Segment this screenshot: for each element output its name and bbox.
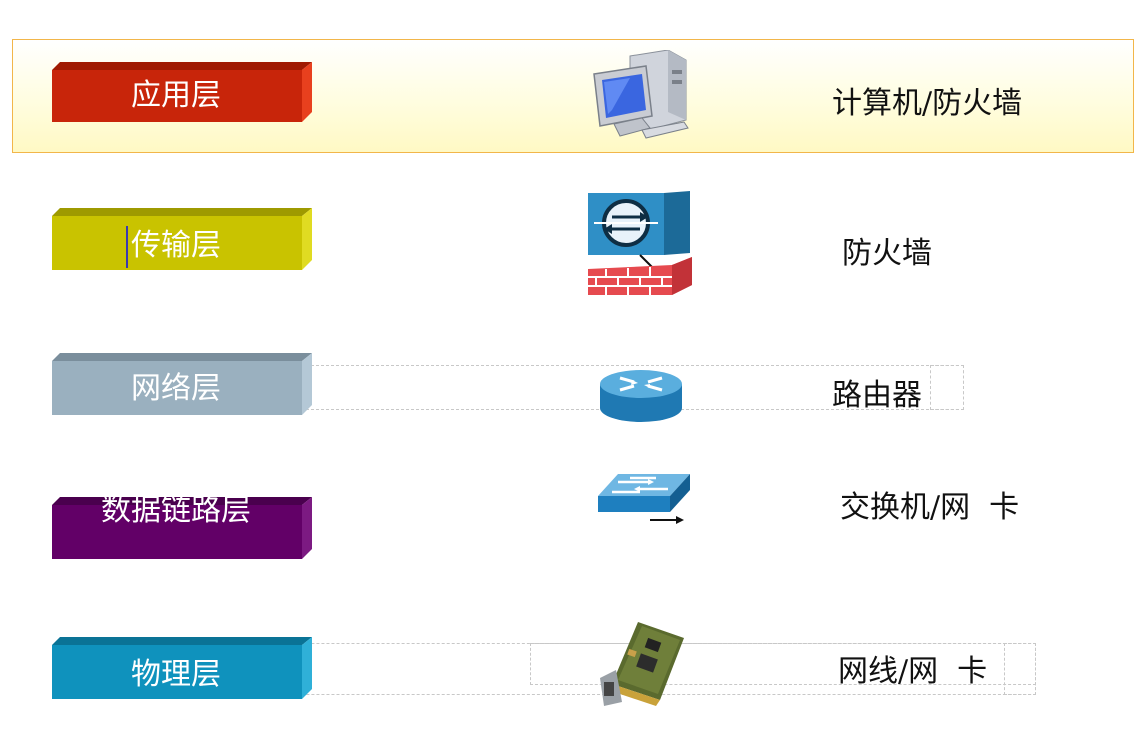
- switch-icon: [598, 474, 690, 524]
- router-icon: [600, 370, 682, 422]
- block-top: [52, 637, 312, 645]
- layer-label: 应用层: [131, 78, 221, 113]
- layer-transport: 传输层: [52, 208, 312, 270]
- block-top: [52, 353, 312, 361]
- device-label: 路由器: [832, 378, 922, 413]
- selection-guide: [1004, 643, 1036, 695]
- device-label: 网线/网 卡: [838, 654, 988, 689]
- device-label: 交换机/网 卡: [840, 490, 1020, 525]
- block-top: [52, 208, 312, 216]
- block-side: [302, 353, 312, 415]
- layer-datalink: 数据链路层: [52, 493, 312, 559]
- layer-physical: 物理层: [52, 637, 312, 699]
- network-card-icon: [600, 622, 684, 706]
- device-label: 计算机/防火墙: [832, 86, 1023, 121]
- text-cursor: [126, 226, 128, 268]
- firewall-icon: [588, 191, 692, 295]
- layer-label: 网络层: [131, 371, 221, 406]
- layer-application: 应用层: [52, 62, 312, 124]
- block-side: [302, 208, 312, 270]
- device-label: 防火墙: [842, 236, 932, 271]
- block-side: [302, 497, 312, 559]
- block-top: [52, 62, 312, 70]
- block-side: [302, 637, 312, 699]
- computer-icon: [593, 50, 689, 139]
- block-side: [302, 62, 312, 122]
- layer-network: 网络层: [52, 353, 312, 415]
- layer-label: 传输层: [131, 228, 221, 263]
- layer-label: 数据链路层: [101, 493, 251, 528]
- layer-label: 物理层: [131, 657, 221, 692]
- selection-guide: [930, 365, 964, 410]
